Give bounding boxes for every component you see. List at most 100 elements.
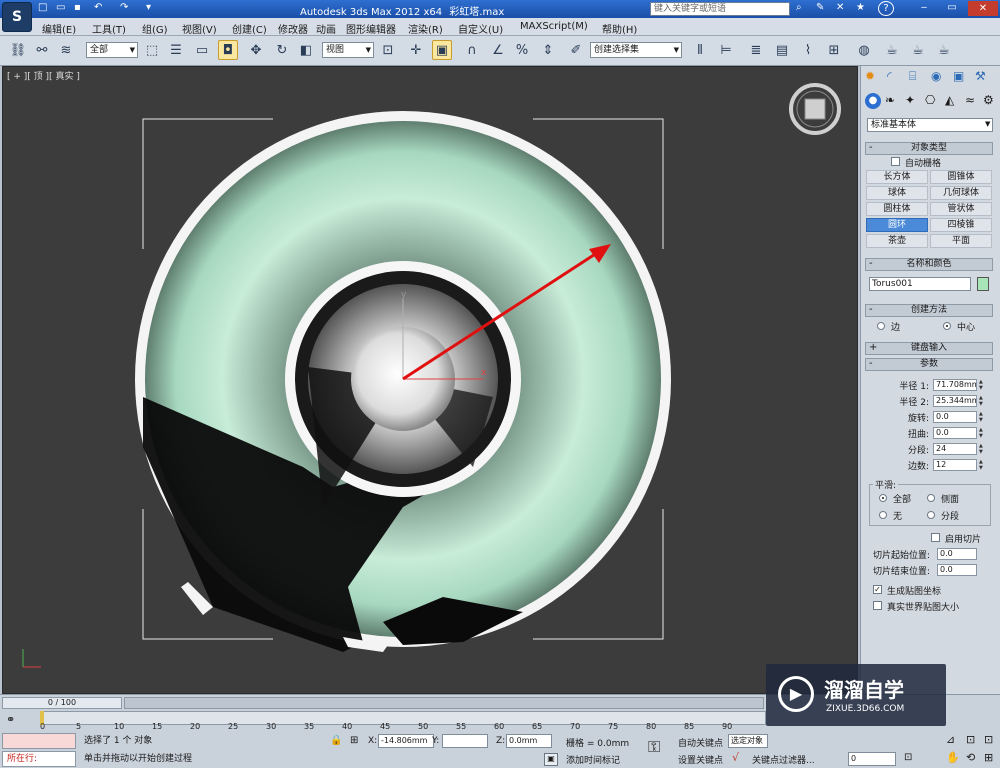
communication-icon[interactable]: ✕: [836, 2, 850, 16]
field-of-view-icon[interactable]: ⊿: [946, 733, 955, 746]
time-config-icon[interactable]: ⊡: [904, 752, 912, 763]
sphere-button[interactable]: 球体: [866, 186, 928, 200]
box-button[interactable]: 长方体: [866, 170, 928, 184]
menu-create[interactable]: 创建(C): [232, 21, 267, 36]
slice-from-spinner[interactable]: 0.0: [937, 548, 977, 560]
spinner-arrows-icon[interactable]: ▲ ▼: [979, 411, 986, 423]
key-filters-button[interactable]: 关键点过滤器...: [752, 753, 815, 766]
geosphere-button[interactable]: 几何球体: [930, 186, 992, 200]
twist-spinner[interactable]: 0.0: [933, 427, 977, 439]
menu-edit[interactable]: 编辑(E): [42, 21, 76, 36]
key-filter-icon[interactable]: √: [732, 751, 739, 764]
redo-icon[interactable]: ↷: [120, 2, 128, 13]
unlink-icon[interactable]: ⚯: [32, 40, 52, 60]
cone-button[interactable]: 圆锥体: [930, 170, 992, 184]
name-color-rollout-header[interactable]: - 名称和颜色: [865, 258, 993, 271]
move-icon[interactable]: ✥: [246, 40, 266, 60]
render-setup-icon[interactable]: ☕: [882, 40, 902, 60]
menu-graph-editors[interactable]: 图形编辑器: [346, 21, 396, 36]
lights-icon[interactable]: ✦: [905, 93, 915, 107]
pyramid-button[interactable]: 四棱锥: [930, 218, 992, 232]
snaps-toggle-icon[interactable]: ∩: [462, 40, 482, 60]
viewport-canvas[interactable]: y x: [3, 67, 859, 695]
zoom-all-icon[interactable]: ⊡: [984, 733, 993, 746]
smooth-all-radio[interactable]: [879, 494, 887, 502]
object-color-swatch[interactable]: [977, 277, 989, 291]
help-icon[interactable]: ?: [878, 1, 894, 16]
render-production-icon[interactable]: ☕: [934, 40, 954, 60]
set-key-icon[interactable]: ⚿: [648, 737, 660, 757]
object-name-input[interactable]: Torus001: [869, 277, 971, 291]
keyboard-shortcut-override-icon[interactable]: ▣: [432, 40, 452, 60]
layer-manager-icon[interactable]: ≣: [746, 40, 766, 60]
maximize-viewport-icon[interactable]: ⊞: [984, 751, 993, 764]
named-selection-dropdown[interactable]: 创建选择集: [590, 42, 682, 58]
slice-to-spinner[interactable]: 0.0: [937, 564, 977, 576]
qat-dropdown-icon[interactable]: ▾: [146, 2, 151, 13]
open-file-icon[interactable]: ▭: [56, 2, 65, 13]
viewport-top[interactable]: [ + ][ 顶 ][ 真实 ] y x: [2, 66, 858, 694]
helpers-icon[interactable]: ◭: [945, 93, 954, 107]
pan-icon[interactable]: ✋: [946, 751, 960, 764]
menu-tools[interactable]: 工具(T): [92, 21, 126, 36]
spinner-arrows-icon[interactable]: ▲ ▼: [979, 459, 986, 471]
time-slider-track[interactable]: [124, 697, 764, 709]
menu-group[interactable]: 组(G): [142, 21, 168, 36]
y-coord-input[interactable]: [442, 734, 488, 748]
maxscript-line-box[interactable]: 所在行:: [2, 751, 76, 767]
transform-mode-icon[interactable]: ⊞: [350, 735, 358, 746]
object-type-rollout-header[interactable]: - 对象类型: [865, 142, 993, 155]
cameras-icon[interactable]: ⎔: [925, 93, 935, 107]
smooth-none-radio[interactable]: [879, 511, 887, 519]
autogrid-checkbox[interactable]: [891, 157, 900, 166]
schematic-view-icon[interactable]: ⊞: [824, 40, 844, 60]
layer-explorer-icon[interactable]: ⚭: [6, 713, 15, 726]
radius2-spinner[interactable]: 25.344mm: [933, 395, 977, 407]
shapes-icon[interactable]: ❧: [885, 93, 895, 107]
rectangular-selection-icon[interactable]: ▭: [192, 40, 212, 60]
select-manipulate-icon[interactable]: ✛: [406, 40, 426, 60]
spinner-arrows-icon[interactable]: ▲ ▼: [979, 427, 986, 439]
save-file-icon[interactable]: ▪: [74, 2, 81, 13]
radius1-spinner[interactable]: 71.708mm: [933, 379, 977, 391]
space-warps-icon[interactable]: ≈: [965, 93, 975, 107]
zoom-extents-icon[interactable]: ⊡: [966, 733, 975, 746]
reference-coord-dropdown[interactable]: 视图: [322, 42, 374, 58]
minimize-button[interactable]: ‒: [912, 2, 936, 16]
new-file-icon[interactable]: □: [38, 2, 47, 13]
gen-mapping-checkbox[interactable]: ✓: [873, 585, 882, 594]
cylinder-button[interactable]: 圆柱体: [866, 202, 928, 216]
torus-button[interactable]: 圆环: [866, 218, 928, 232]
motion-tab-icon[interactable]: ◉: [931, 69, 941, 83]
menu-maxscript[interactable]: MAXScript(M): [520, 21, 588, 32]
curve-editor-icon[interactable]: ⌇: [798, 40, 818, 60]
select-by-name-icon[interactable]: ☰: [166, 40, 186, 60]
spinner-arrows-icon[interactable]: ▲ ▼: [979, 379, 986, 391]
selection-filter-dropdown[interactable]: 全部: [86, 42, 138, 58]
x-coord-input[interactable]: -14.806mm: [378, 734, 434, 748]
menu-animation[interactable]: 动画: [316, 21, 336, 36]
keyboard-input-rollout-header[interactable]: + 键盘输入: [865, 342, 993, 355]
parameters-rollout-header[interactable]: - 参数: [865, 358, 993, 371]
segments-spinner[interactable]: 24: [933, 443, 977, 455]
rotate-icon[interactable]: ↻: [272, 40, 292, 60]
creation-edge-radio[interactable]: [877, 322, 885, 330]
rendered-frame-icon[interactable]: ☕: [908, 40, 928, 60]
edit-named-selection-icon[interactable]: ✐: [566, 40, 586, 60]
modify-tab-icon[interactable]: ◜: [887, 69, 892, 83]
select-object-icon[interactable]: ⬚: [142, 40, 162, 60]
display-tab-icon[interactable]: ▣: [953, 69, 964, 83]
systems-icon[interactable]: ⚙: [983, 93, 994, 107]
menu-help[interactable]: 帮助(H): [602, 21, 637, 36]
category-dropdown[interactable]: 标准基本体: [867, 118, 993, 132]
creation-center-radio[interactable]: [943, 322, 951, 330]
spinner-arrows-icon[interactable]: ▲ ▼: [979, 395, 986, 407]
favorites-icon[interactable]: ★: [856, 2, 870, 16]
utilities-tab-icon[interactable]: ⚒: [975, 69, 986, 83]
bind-space-warp-icon[interactable]: ≋: [56, 40, 76, 60]
create-tab-icon[interactable]: ✹: [865, 69, 875, 83]
real-world-checkbox[interactable]: [873, 601, 882, 610]
orbit-icon[interactable]: ⟲: [966, 751, 975, 764]
undo-icon[interactable]: ↶: [94, 2, 102, 13]
menu-rendering[interactable]: 渲染(R): [408, 21, 443, 36]
